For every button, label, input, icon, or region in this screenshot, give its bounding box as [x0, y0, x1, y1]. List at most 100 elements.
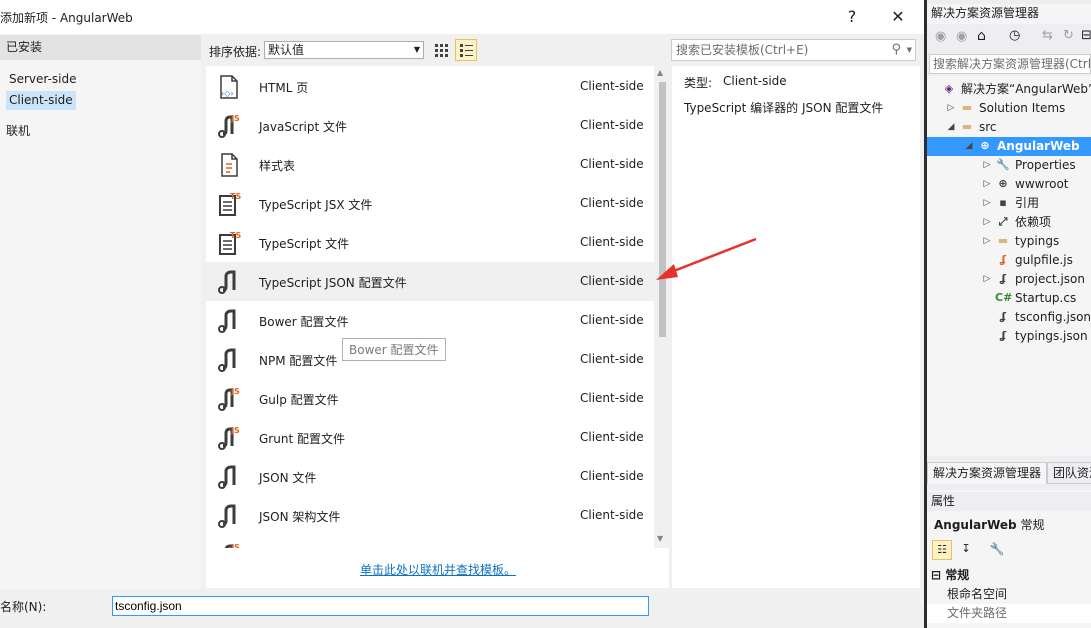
- template-name: TypeScript JSX 文件: [259, 198, 373, 212]
- template-name: TypeScript JSON 配置文件: [259, 276, 407, 290]
- sort-dropdown[interactable]: 默认值 ▼: [264, 41, 424, 59]
- template-name: TypeScript 文件: [259, 237, 350, 251]
- forward-icon[interactable]: ◉: [956, 29, 967, 44]
- tree-node[interactable]: ◈ 解决方案“AngularWeb”: [927, 80, 1091, 99]
- template-category: Client-side: [580, 196, 644, 210]
- help-button[interactable]: ?: [838, 4, 866, 30]
- tree-node-label: src: [979, 120, 997, 134]
- template-row[interactable]: JS JavaScript 文件 Client-side: [206, 106, 654, 145]
- sync-icon[interactable]: ⇆: [1042, 28, 1053, 43]
- back-icon[interactable]: ◉: [935, 29, 946, 44]
- category-client-side[interactable]: Client-side: [6, 91, 76, 110]
- template-row[interactable]: 样式表 Client-side: [206, 145, 654, 184]
- collapsed-icon[interactable]: ▷: [982, 270, 992, 289]
- tooltip: Bower 配置文件: [342, 338, 446, 361]
- tab-solution-explorer[interactable]: 解决方案资源管理器: [927, 462, 1048, 484]
- svg-text:JS: JS: [230, 114, 240, 123]
- scroll-up-icon[interactable]: ▲: [657, 68, 663, 77]
- template-row[interactable]: JSON 架构文件 Client-side: [206, 496, 654, 535]
- tree-node[interactable]: ◢ ⊕ AngularWeb: [927, 137, 1091, 156]
- js-config-icon: JS: [216, 425, 242, 451]
- svg-text:JS: JS: [230, 426, 240, 435]
- template-name: 样式表: [259, 159, 296, 173]
- collapsed-icon[interactable]: ▷: [982, 232, 992, 251]
- small-icons-view-button[interactable]: [431, 40, 451, 60]
- name-input[interactable]: [112, 596, 649, 616]
- tree-node[interactable]: ʆ tsconfig.json: [927, 308, 1091, 327]
- property-row[interactable]: 根命名空间: [927, 585, 1091, 604]
- collapsed-icon[interactable]: ▷: [982, 156, 992, 175]
- web-project-icon: ⊕: [980, 139, 990, 152]
- alphabetical-icon[interactable]: ↧: [956, 540, 976, 560]
- tree-node-label: 解决方案“AngularWeb”: [961, 82, 1091, 96]
- collapse-all-icon[interactable]: ⊟: [1081, 28, 1091, 43]
- close-button[interactable]: ✕: [884, 4, 912, 30]
- properties-object-name: AngularWeb: [934, 518, 1017, 532]
- property-row[interactable]: 文件夹路径: [927, 604, 1091, 623]
- tree-node[interactable]: ▷ ⤢ 依赖项: [927, 213, 1091, 232]
- solution-icon: ◈: [944, 82, 954, 95]
- list-view-icon: [460, 44, 473, 57]
- template-row[interactable]: TS TypeScript 文件 Client-side: [206, 223, 654, 262]
- json-config-icon: [216, 308, 242, 334]
- collapsed-icon[interactable]: ▷: [946, 99, 956, 118]
- tab-team-explorer[interactable]: 团队资源: [1047, 462, 1091, 484]
- svg-text:JS: JS: [230, 387, 240, 396]
- solution-explorer-search-input[interactable]: 搜索解决方案资源管理器(Ctrl: [929, 54, 1091, 74]
- scroll-down-icon[interactable]: ▼: [657, 534, 663, 543]
- tree-node[interactable]: ▷ ▪ 引用: [927, 194, 1091, 213]
- tree-node[interactable]: ▷ ▬ typings: [927, 232, 1091, 251]
- template-category: Client-side: [580, 79, 644, 93]
- template-row[interactable]: TS TypeScript JSX 文件 Client-side: [206, 184, 654, 223]
- template-name: Bower 配置文件: [259, 315, 349, 329]
- ts-file-icon: TS: [216, 230, 242, 256]
- tree-node[interactable]: C# Startup.cs: [927, 289, 1091, 308]
- template-row[interactable]: JSON 文件 Client-side: [206, 457, 654, 496]
- properties-panel: 属性 AngularWeb 常规 ☷ ↧ 🔧 ⊟ 常规 根命名空间 文件夹路径: [927, 490, 1091, 628]
- expanded-icon[interactable]: ◢: [964, 137, 974, 156]
- tree-node[interactable]: ▷ 🔧 Properties: [927, 156, 1091, 175]
- template-row[interactable]: JS Grunt 配置文件 Client-side: [206, 418, 654, 457]
- folder-icon: ▬: [961, 120, 973, 133]
- properties-section[interactable]: ⊟ 常规: [927, 566, 1091, 585]
- dependencies-icon: ⤢: [998, 215, 1008, 228]
- template-row[interactable]: JS Gulp 配置文件 Client-side: [206, 379, 654, 418]
- globe-icon: ⊕: [998, 177, 1008, 190]
- expanded-icon[interactable]: ◢: [946, 118, 956, 137]
- collapsed-icon[interactable]: ▷: [982, 194, 992, 213]
- add-new-item-dialog: 添加新项 - AngularWeb ? ✕ 已安装 Server-side Cl…: [0, 0, 924, 628]
- properties-object[interactable]: AngularWeb 常规: [927, 516, 1091, 535]
- template-name: HTML 页: [259, 81, 309, 95]
- tree-node-label: Startup.cs: [1015, 291, 1077, 305]
- pending-changes-icon[interactable]: ◷: [1009, 28, 1020, 43]
- collapsed-icon[interactable]: ▷: [982, 213, 992, 232]
- svg-text:TS: TS: [230, 231, 241, 240]
- scrollbar-thumb[interactable]: [659, 82, 666, 337]
- template-row[interactable]: Bower 配置文件 Client-side: [206, 301, 654, 340]
- tree-node[interactable]: ◢ ▬ src: [927, 118, 1091, 137]
- category-server-side[interactable]: Server-side: [6, 70, 80, 89]
- template-category: Client-side: [580, 469, 644, 483]
- online-section[interactable]: 联机: [0, 119, 201, 144]
- refresh-icon[interactable]: ↻: [1063, 28, 1074, 43]
- template-description: TypeScript 编译器的 JSON 配置文件: [684, 101, 884, 115]
- tree-node[interactable]: ▷ ʆ project.json: [927, 270, 1091, 289]
- tree-node[interactable]: ▷ ⊕ wwwroot: [927, 175, 1091, 194]
- home-icon[interactable]: ⌂: [977, 28, 986, 44]
- template-search-input[interactable]: 搜索已安装模板(Ctrl+E) ⚲ ▼: [671, 39, 916, 61]
- tree-node[interactable]: ʆ gulpfile.js: [927, 251, 1091, 270]
- template-category: Client-side: [580, 274, 644, 288]
- collapsed-icon[interactable]: ▷: [982, 175, 992, 194]
- sort-label: 排序依据:: [209, 45, 262, 59]
- installed-section[interactable]: 已安装: [0, 35, 201, 60]
- find-templates-online-link[interactable]: 单击此处以联机并查找模板。: [360, 561, 516, 578]
- tree-node[interactable]: ʆ typings.json: [927, 327, 1091, 346]
- details-view-button[interactable]: [455, 39, 477, 61]
- tree-node[interactable]: ▷ ▬ Solution Items: [927, 99, 1091, 118]
- categorized-icon[interactable]: ☷: [932, 540, 952, 560]
- property-pages-icon[interactable]: 🔧: [987, 540, 1007, 560]
- template-row[interactable]: TypeScript JSON 配置文件 Client-side: [206, 262, 654, 301]
- category-pane: 已安装 Server-side Client-side 联机: [0, 34, 201, 589]
- template-row[interactable]: ‹◇› HTML 页 Client-side: [206, 67, 654, 106]
- json-file-icon: ʆ: [999, 272, 1007, 285]
